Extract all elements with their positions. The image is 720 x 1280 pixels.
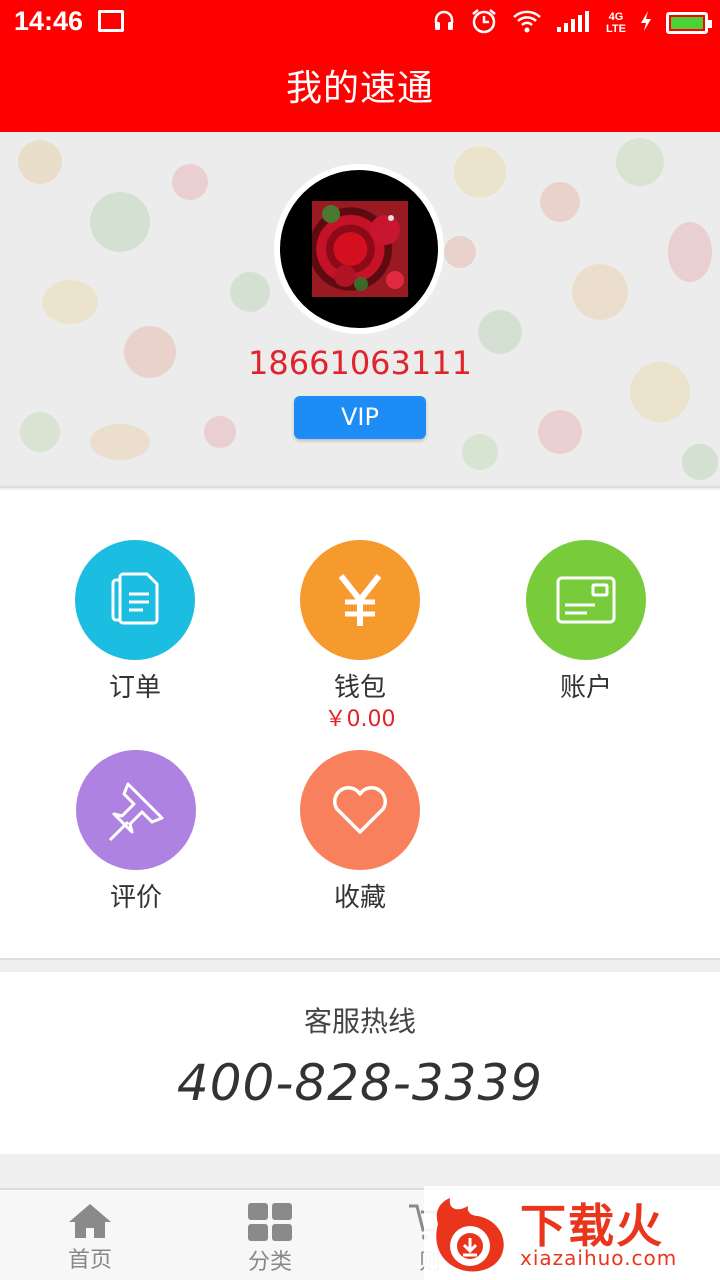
status-bar: 14:46 4G LTE [0, 0, 720, 46]
menu-label-orders: 订单 [108, 673, 161, 703]
menu-item-wallet[interactable]: 钱包 ￥0.00 [260, 540, 460, 732]
nav-item-category[interactable]: 分类 [210, 1202, 330, 1276]
charging-icon [640, 10, 652, 36]
menu-item-favorites[interactable]: 收藏 [260, 750, 460, 918]
yen-icon [300, 540, 420, 660]
alarm-icon [470, 7, 498, 39]
heart-icon [300, 750, 420, 870]
image-notification-icon [98, 10, 124, 32]
hotline-number[interactable]: 400-828-3339 [0, 1054, 720, 1112]
menu-label-account: 账户 [559, 673, 612, 703]
menu-label-wallet: 钱包 [333, 673, 386, 703]
user-phone-number: 18661063111 [248, 344, 472, 382]
menu-item-reviews[interactable]: 评价 [36, 750, 236, 918]
home-icon [69, 1204, 111, 1238]
menu-item-orders[interactable]: 订单 [35, 540, 235, 708]
network-subtype: LTE [606, 23, 626, 35]
network-type: 4G [608, 11, 624, 23]
document-icon [75, 540, 195, 660]
nav-item-home[interactable]: 首页 [30, 1202, 150, 1274]
network-type-indicator: 4G LTE [606, 11, 626, 35]
wifi-icon [512, 9, 542, 37]
page-title: 我的速通 [285, 68, 434, 109]
avatar-photo [312, 201, 408, 297]
nav-label-category: 分类 [247, 1250, 292, 1275]
battery-icon [666, 12, 712, 34]
watermark: 下载火 xiazaihuo.com [424, 1186, 720, 1280]
wallet-balance: ￥0.00 [324, 707, 396, 732]
menu-grid: 订单 钱包 ￥0.00 账户 评价 收藏 [0, 490, 720, 960]
avatar[interactable] [274, 164, 444, 334]
signal-icon [556, 9, 592, 37]
menu-item-account[interactable]: 账户 [486, 540, 686, 708]
status-icons: 4G LTE [432, 6, 712, 40]
card-icon [526, 540, 646, 660]
vip-button[interactable]: VIP [294, 396, 426, 439]
title-bar: 我的速通 [0, 46, 720, 132]
menu-label-favorites: 收藏 [333, 883, 386, 913]
pin-icon [76, 750, 196, 870]
watermark-domain: xiazaihuo.com [520, 1246, 678, 1270]
nav-label-home: 首页 [67, 1248, 112, 1273]
flame-logo-icon [436, 1198, 504, 1272]
status-time: 14:46 [14, 6, 84, 36]
grid-icon [248, 1203, 292, 1241]
customer-service-hotline: 客服热线 400-828-3339 [0, 972, 720, 1154]
headphone-icon [432, 9, 456, 37]
hotline-label: 客服热线 [303, 1005, 416, 1038]
menu-label-reviews: 评价 [109, 883, 162, 913]
profile-header: 18661063111 VIP [0, 132, 720, 488]
